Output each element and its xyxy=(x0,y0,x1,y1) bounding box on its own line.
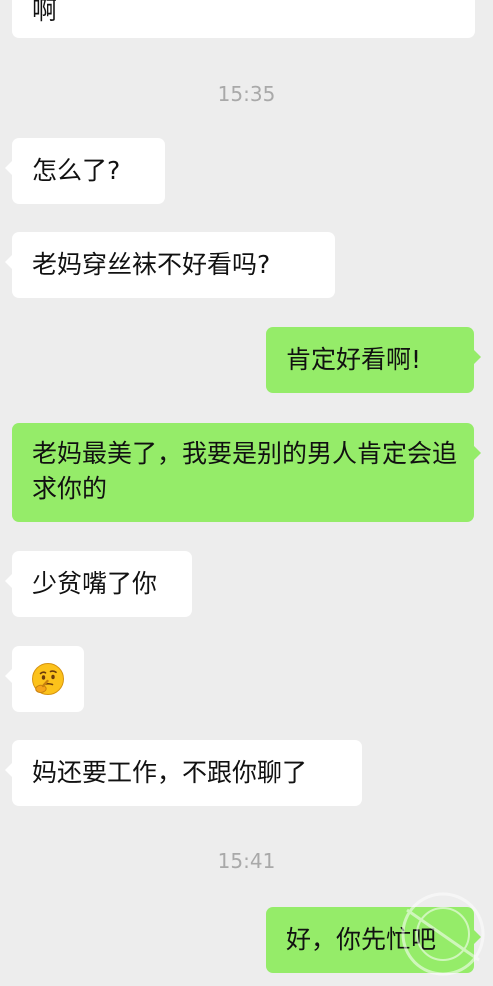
message-text: 老妈穿丝袜不好看吗? xyxy=(32,250,271,279)
message-text: 肯定好看啊! xyxy=(286,345,422,374)
message-bubble-incoming[interactable]: 啊 xyxy=(12,0,475,38)
thinking-face-icon xyxy=(32,663,64,695)
message-bubble-incoming[interactable]: 老妈穿丝袜不好看吗? xyxy=(5,232,335,298)
message-bubble-incoming[interactable]: 少贫嘴了你 xyxy=(5,551,192,617)
message-bubble-outgoing[interactable]: 肯定好看啊! xyxy=(266,327,481,393)
message-text: 妈还要工作，不跟你聊了 xyxy=(32,758,308,787)
message-bubble-outgoing[interactable]: 老妈最美了，我要是别的男人肯定会追求你的 xyxy=(12,423,481,522)
message-text: 怎么了? xyxy=(32,156,121,185)
message-text: 少贫嘴了你 xyxy=(32,569,158,598)
message-bubble-incoming[interactable] xyxy=(5,646,84,712)
timestamp: 15:35 xyxy=(217,82,276,106)
watermark-logo-icon xyxy=(401,892,485,976)
message-text: 老妈最美了，我要是别的男人肯定会追求你的 xyxy=(32,439,458,503)
timestamp: 15:41 xyxy=(217,849,276,873)
message-bubble-incoming[interactable]: 妈还要工作，不跟你聊了 xyxy=(5,740,362,806)
message-text: 啊 xyxy=(32,0,58,25)
message-bubble-incoming[interactable]: 怎么了? xyxy=(5,138,165,204)
